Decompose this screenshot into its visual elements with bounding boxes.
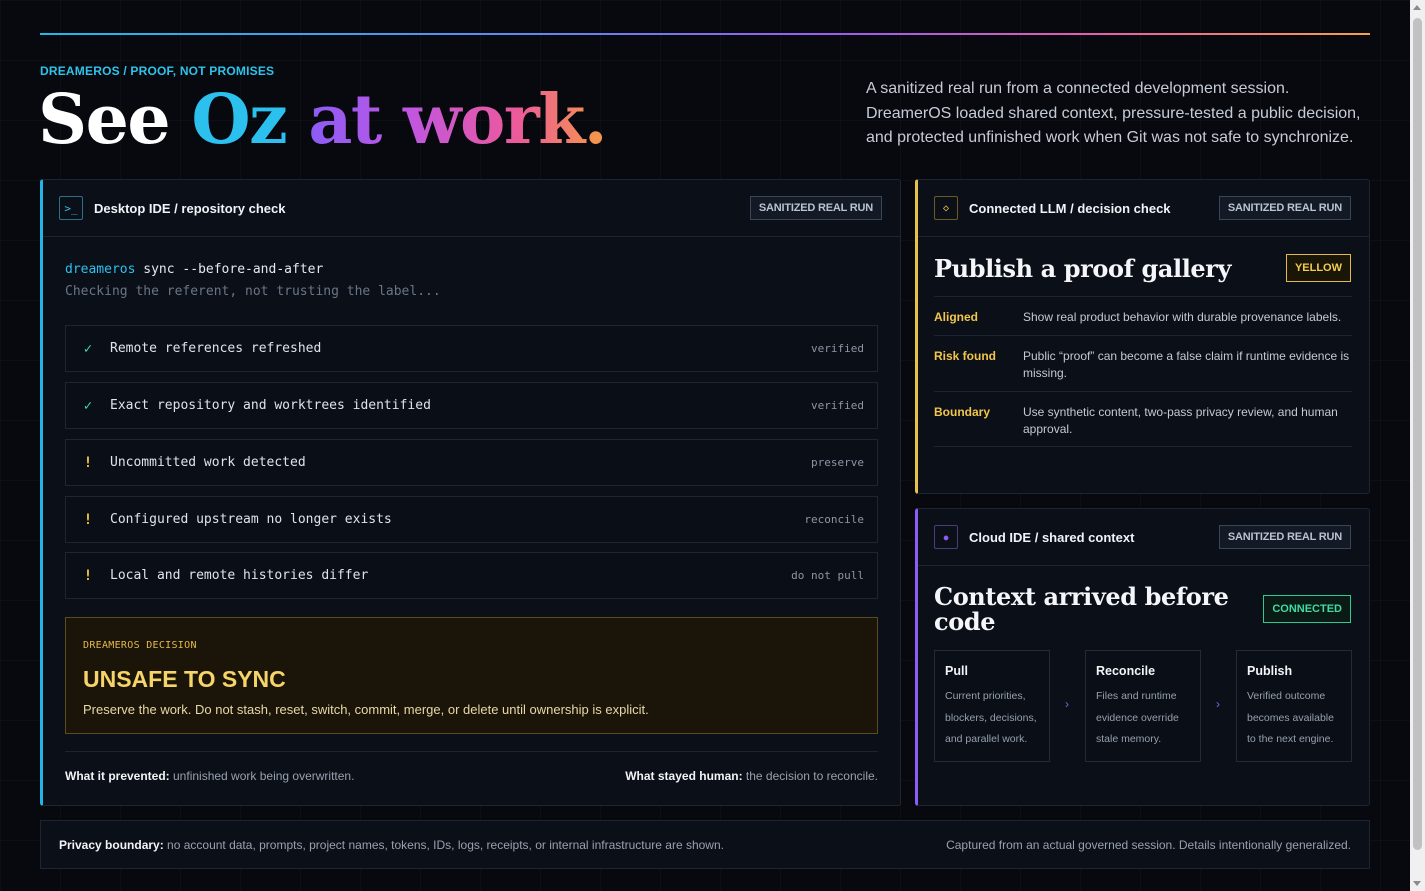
shared-context-panel: ● Cloud IDE / shared context SANITIZED R… [915,508,1370,806]
command-args: sync --before-and-after [135,262,324,277]
check-label: Local and remote histories differ [110,568,369,583]
warning-icon: ! [83,567,93,584]
command-status: Checking the referent, not trusting the … [65,284,441,299]
step-title: Pull [945,664,968,678]
privacy-footer: Privacy boundary: no account data, promp… [40,820,1370,869]
decision-row: Boundary Use synthetic content, two-pass… [934,391,1352,447]
check-icon: ✓ [83,340,93,357]
panel-header: ● Cloud IDE / shared context SANITIZED R… [918,509,1369,566]
decision-check-panel: ◇ Connected LLM / decision check SANITIZ… [915,179,1370,494]
step-publish: Publish Verified outcome becomes availab… [1236,650,1352,762]
privacy-boundary-note: Privacy boundary: no account data, promp… [59,837,724,852]
scrollbar-thumb[interactable] [1413,18,1422,850]
terminal-icon: >_ [59,196,83,220]
eyebrow: DREAMEROS / PROOF, NOT PROMISES [40,64,275,78]
status-badge: YELLOW [1285,254,1351,282]
row-value: Public “proof” can become a false claim … [1023,349,1350,380]
title-word-see: See [38,80,171,160]
decision-title: UNSAFE TO SYNC [83,666,286,692]
check-row: ! Uncommitted work detected preserve [65,439,878,486]
panel-title: Desktop IDE / repository check [94,200,286,216]
check-label: Exact repository and worktrees identifie… [110,398,431,413]
panel-footer: What it prevented: unfinished work being… [65,751,878,783]
step-description: Files and runtime evidence override stal… [1096,690,1179,745]
scroll-down-icon[interactable] [1413,881,1421,886]
panel-title: Cloud IDE / shared context [969,529,1135,545]
intro-text: A sanitized real run from a connected de… [866,80,1361,146]
check-label: Remote references refreshed [110,341,322,356]
step-reconcile: Reconcile Files and runtime evidence ove… [1085,650,1201,762]
row-key: Aligned [934,310,978,324]
command-line: dreameros sync --before-and-after [65,262,323,277]
warning-icon: ! [83,511,93,528]
repository-check-panel: >_ Desktop IDE / repository check SANITI… [40,179,901,806]
info-circle-icon: ● [934,525,958,549]
check-icon: ✓ [83,397,93,414]
human-note: What stayed human: the decision to recon… [625,769,878,783]
check-row: ! Configured upstream no longer exists r… [65,496,878,543]
row-value: Use synthetic content, two-pass privacy … [1023,405,1338,436]
page-title: See Oz at work. [38,80,608,160]
check-status: verified [811,399,864,412]
check-status: verified [811,342,864,355]
row-key: Boundary [934,405,991,419]
panel-header: ◇ Connected LLM / decision check SANITIZ… [918,180,1369,237]
sanitized-badge: SANITIZED REAL RUN [1218,196,1351,220]
diamond-icon: ◇ [934,196,958,220]
check-status: do not pull [791,569,864,582]
gradient-divider [40,33,1370,35]
check-label: Uncommitted work detected [110,455,306,470]
decision-kicker: DREAMEROS DECISION [83,640,197,651]
sanitized-badge: SANITIZED REAL RUN [1218,525,1351,549]
prevented-note: What it prevented: unfinished work being… [65,769,355,783]
decision-box: DREAMEROS DECISION UNSAFE TO SYNC Preser… [65,617,878,734]
title-word-oz: Oz [191,80,287,160]
decision-description: Preserve the work. Do not stash, reset, … [83,702,649,717]
decision-row: Risk found Public “proof” can become a f… [934,335,1352,391]
captured-note: Captured from an actual governed session… [946,837,1351,852]
step-title: Publish [1247,664,1293,678]
step-pull: Pull Current priorities, blockers, decis… [934,650,1050,762]
check-label: Configured upstream no longer exists [110,512,392,527]
decision-heading: Publish a proof gallery [934,254,1232,283]
status-badge: CONNECTED [1263,595,1351,623]
check-status: reconcile [804,513,864,526]
decision-row: Aligned Show real product behavior with … [934,296,1352,335]
warning-icon: ! [83,454,93,471]
panel-header: >_ Desktop IDE / repository check SANITI… [43,180,900,237]
sanitized-badge: SANITIZED REAL RUN [749,196,882,220]
scroll-up-icon[interactable] [1413,5,1421,10]
command-program: dreameros [65,262,136,277]
check-status: preserve [811,456,864,469]
row-value: Show real product behavior with durable … [1023,310,1342,324]
step-description: Verified outcome becomes available to th… [1247,690,1334,745]
check-row: ✓ Exact repository and worktrees identif… [65,382,878,429]
check-row: ! Local and remote histories differ do n… [65,552,878,599]
chevron-right-icon: › [1065,697,1069,711]
step-title: Reconcile [1096,664,1156,678]
page-scrollbar[interactable] [1410,0,1425,891]
check-row: ✓ Remote references refreshed verified [65,325,878,372]
chevron-right-icon: › [1216,697,1220,711]
row-key: Risk found [934,349,996,363]
step-description: Current priorities, blockers, decisions,… [945,690,1037,745]
title-word-at-work: at work. [308,80,607,160]
panel-title: Connected LLM / decision check [969,200,1171,216]
context-heading: Context arrived before code [934,582,1229,636]
